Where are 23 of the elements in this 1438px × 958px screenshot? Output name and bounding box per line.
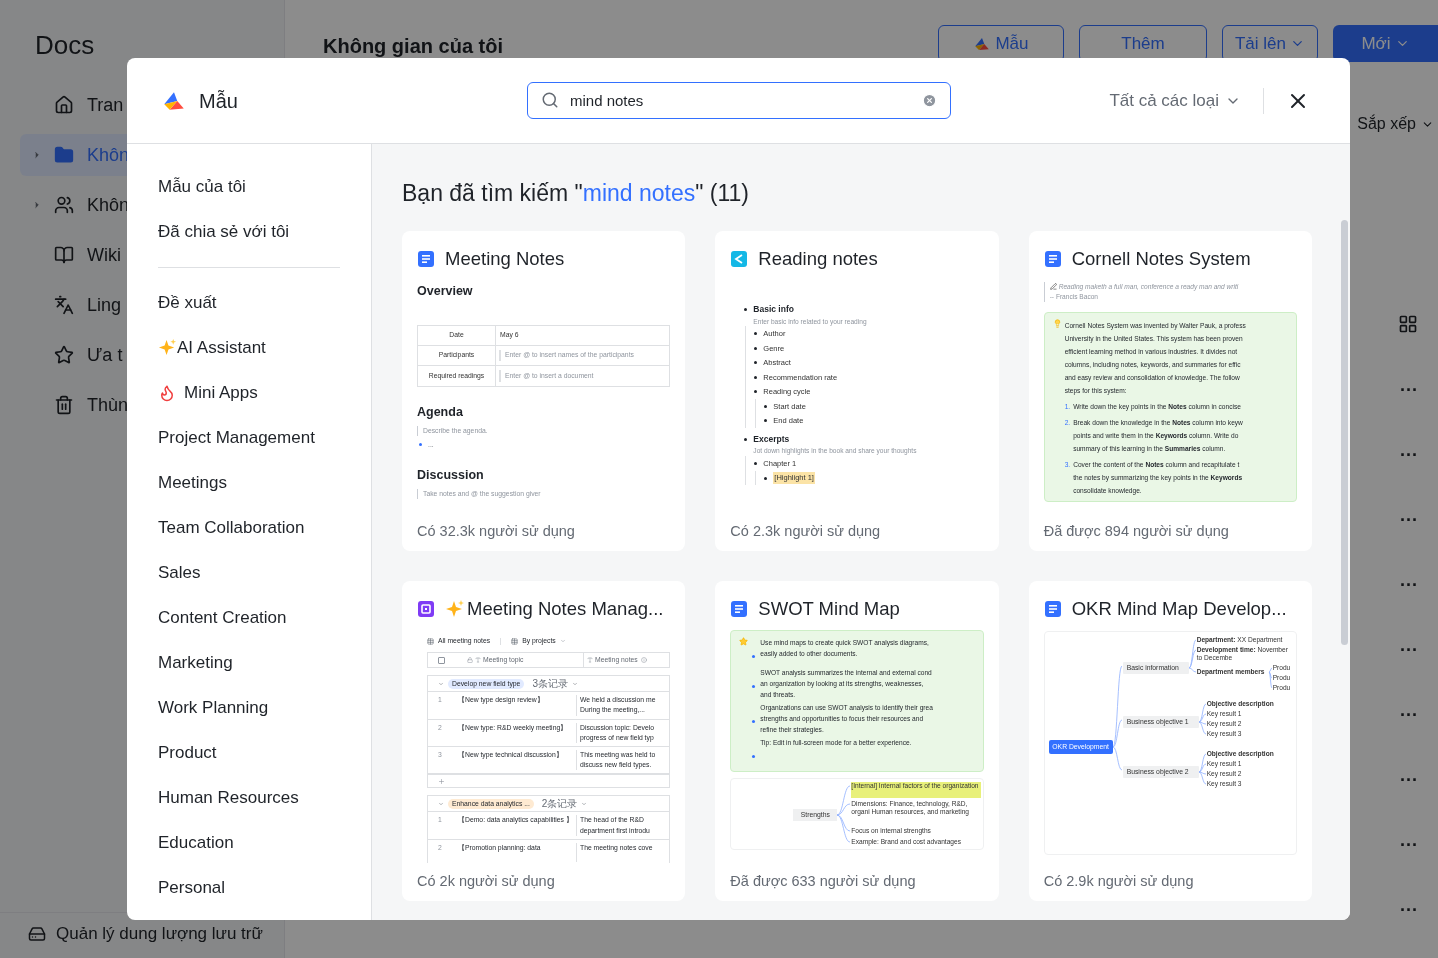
card-title: Cornell Notes System [1071, 247, 1251, 272]
usage-count: Đã được 894 người sử dụng [1043, 522, 1229, 542]
outline-item: Basic info [753, 302, 794, 316]
record-count: 2条记录 [541, 798, 578, 809]
app-name: Docs [35, 30, 95, 60]
card-title: SWOT Mind Map [758, 597, 900, 622]
card-title: Meeting Notes Manag... [467, 597, 664, 622]
outline-item: Excerpts [753, 432, 790, 446]
usage-count: Có 2.9k người sử dụng [1043, 872, 1194, 892]
usage-count: Có 2.3k người sử dụng [730, 522, 881, 542]
preview-heading: Discussion [417, 466, 485, 484]
usage-count: Có 32.3k người sử dụng [417, 522, 575, 542]
card-title: Reading notes [758, 247, 878, 272]
card-title: OKR Mind Map Develop... [1071, 597, 1287, 622]
usage-count: Đã được 633 người sử dụng [730, 872, 916, 892]
record-count: 3条记录 [532, 678, 568, 689]
page-title: Không gian của tôi [323, 34, 503, 59]
card-title: Meeting Notes [445, 247, 565, 272]
preview-heading: Agenda [417, 403, 464, 421]
dialog-title: Mẫu [199, 88, 238, 114]
preview-heading: Overview [417, 283, 474, 300]
usage-count: Có 2k người sử dụng [417, 872, 555, 892]
search-result-heading: Bạn đã tìm kiếm "mind notes" (11) [402, 179, 750, 204]
